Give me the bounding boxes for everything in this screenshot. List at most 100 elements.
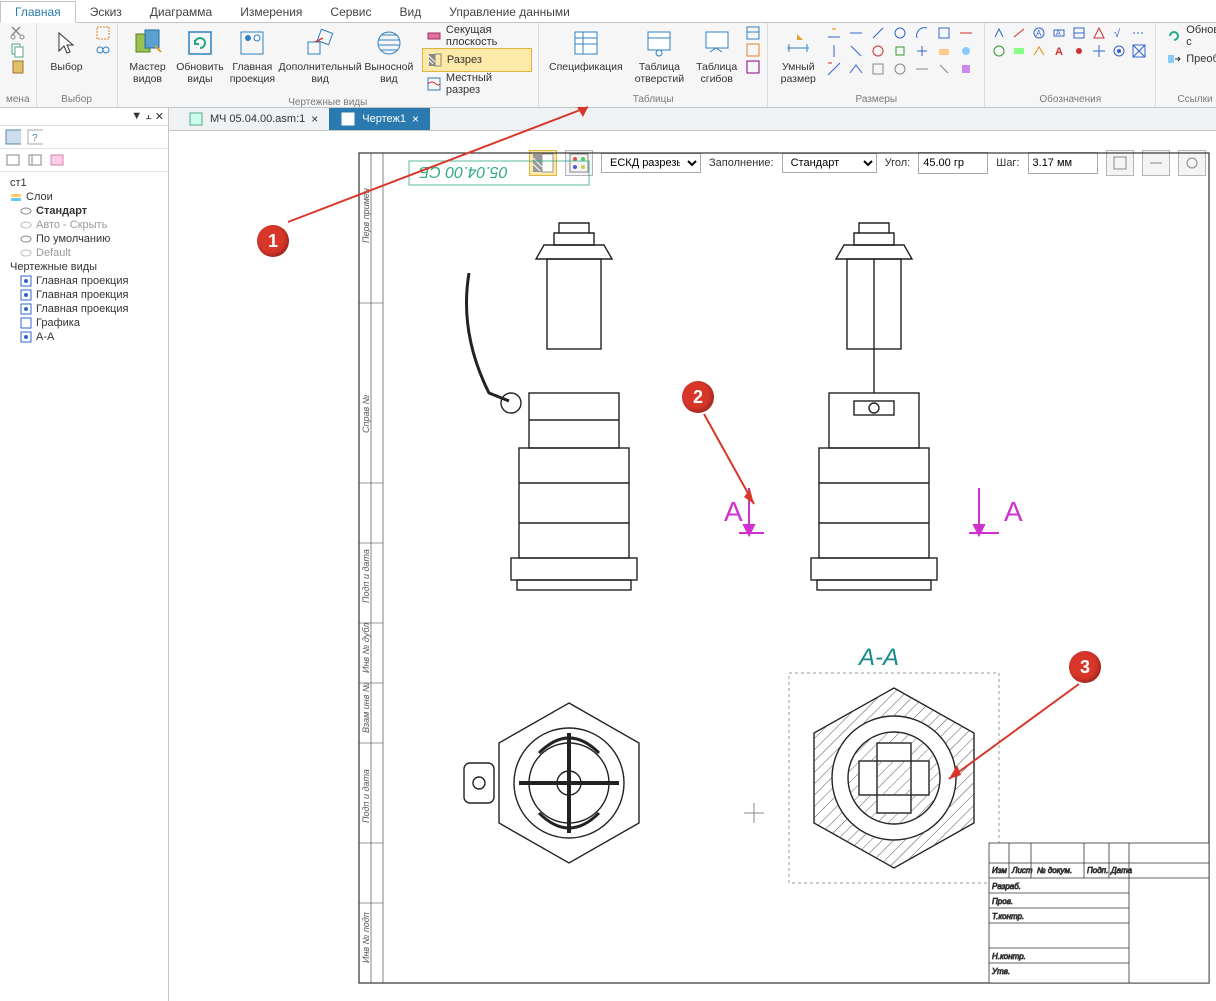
svg-text:Разраб.: Разраб.: [992, 882, 1021, 891]
section-button[interactable]: Разрез: [422, 48, 532, 72]
ribbon-tab-measure[interactable]: Измерения: [226, 2, 316, 22]
local-section-button[interactable]: Местный разрез: [422, 73, 532, 95]
dim-icon-9[interactable]: [848, 43, 864, 59]
svg-text:A: A: [1036, 29, 1042, 38]
callout-2-arrow: [694, 409, 774, 519]
annot-icon-7[interactable]: √: [1111, 25, 1127, 41]
annot-icon-4[interactable]: A: [1051, 25, 1067, 41]
dim-icon-4[interactable]: [892, 25, 908, 41]
group-label-selection: Выбор: [61, 92, 92, 107]
select-fence-icon[interactable]: [95, 25, 111, 41]
panel-tab-1-icon[interactable]: [5, 129, 21, 145]
annot-icon-6[interactable]: [1091, 25, 1107, 41]
dim-icon-15[interactable]: [826, 61, 842, 77]
ribbon-tab-main[interactable]: Главная: [0, 1, 76, 23]
spec-button[interactable]: Спецификация: [545, 25, 627, 75]
annot-icon-5[interactable]: [1071, 25, 1087, 41]
update-links-button[interactable]: Обновить с: [1162, 25, 1216, 47]
ribbon: мена Выбор Выбор Мастер видов Обновить в…: [0, 23, 1216, 108]
ribbon-tab-data[interactable]: Управление данными: [435, 2, 584, 22]
tree-view-1[interactable]: Главная проекция: [6, 288, 162, 302]
dim-icon-16[interactable]: [848, 61, 864, 77]
svg-text:Подп и дата: Подп и дата: [361, 549, 371, 603]
panel-close-icon[interactable]: ✕: [155, 110, 164, 123]
annot-icon-14[interactable]: [1091, 43, 1107, 59]
convert-button[interactable]: Преобразо: [1162, 48, 1216, 70]
ribbon-tab-sketch[interactable]: Эскиз: [76, 2, 136, 22]
tree-tool-3-icon[interactable]: [49, 152, 65, 168]
dim-icon-17[interactable]: [870, 61, 886, 77]
dim-icon-8[interactable]: [826, 43, 842, 59]
table-small-1-icon[interactable]: [745, 25, 761, 41]
dim-icon-19[interactable]: [914, 61, 930, 77]
tree-root[interactable]: ст1: [6, 176, 162, 190]
tree-tool-1-icon[interactable]: [5, 152, 21, 168]
tree-view-4[interactable]: A-A: [6, 330, 162, 344]
dim-icon-10[interactable]: [870, 43, 886, 59]
copy-icon[interactable]: [10, 42, 26, 58]
tree-layer-default-ru[interactable]: По умолчанию: [6, 232, 162, 246]
dim-icon-13[interactable]: [936, 43, 952, 59]
svg-text:Взам инв №: Взам инв №: [361, 682, 371, 733]
ribbon-tab-diagram[interactable]: Диаграмма: [136, 2, 226, 22]
aux-view-button[interactable]: Дополнительный вид: [280, 25, 359, 87]
annot-icon-15[interactable]: [1111, 43, 1127, 59]
holes-table-button[interactable]: Таблица отверстий: [631, 25, 688, 87]
dim-icon-1[interactable]: [826, 25, 842, 41]
cursor-icon: [51, 27, 83, 59]
dim-icon-3[interactable]: [870, 25, 886, 41]
tree-view-0[interactable]: Главная проекция: [6, 274, 162, 288]
dim-icon-14[interactable]: [958, 43, 974, 59]
dim-icon-5[interactable]: [914, 25, 930, 41]
annot-icon-11[interactable]: [1031, 43, 1047, 59]
annot-icon-2[interactable]: [1011, 25, 1027, 41]
tree-view-3[interactable]: Графика: [6, 316, 162, 330]
cut-icon[interactable]: [10, 25, 26, 41]
tree-views-header[interactable]: Чертежные виды: [6, 260, 162, 274]
dim-icon-18[interactable]: [892, 61, 908, 77]
tree-layers-header[interactable]: Слои: [6, 190, 162, 204]
ribbon-tab-service[interactable]: Сервис: [316, 2, 385, 22]
tree-view-2[interactable]: Главная проекция: [6, 302, 162, 316]
detail-view-button[interactable]: Выносной вид: [364, 25, 414, 87]
tree-layer-standard[interactable]: Стандарт: [6, 204, 162, 218]
table-small-2-icon[interactable]: [745, 42, 761, 58]
cutting-plane-button[interactable]: Секущая плоскость: [422, 25, 532, 47]
dim-icon-20[interactable]: [936, 61, 952, 77]
annot-icon-16[interactable]: [1131, 43, 1147, 59]
tree-layer-autohide[interactable]: Авто - Скрыть: [6, 218, 162, 232]
tree-layer-default-en[interactable]: Default: [6, 246, 162, 260]
group-label-tables: Таблицы: [633, 92, 674, 107]
annot-icon-9[interactable]: [991, 43, 1007, 59]
svg-text:А-А: А-А: [857, 644, 899, 671]
update-views-button[interactable]: Обновить виды: [176, 25, 225, 87]
table-small-3-icon[interactable]: [745, 59, 761, 75]
dim-icon-2[interactable]: [848, 25, 864, 41]
dim-icon-21[interactable]: [958, 61, 974, 77]
dim-icon-7[interactable]: [958, 25, 974, 41]
annot-icon-8[interactable]: [1131, 25, 1147, 41]
dim-icon-6[interactable]: [936, 25, 952, 41]
view-wizard-button[interactable]: Мастер видов: [124, 25, 172, 87]
annot-icon-13[interactable]: [1071, 43, 1087, 59]
panel-unpin-icon[interactable]: ⫠: [145, 110, 152, 123]
panel-pin-icon[interactable]: ▼: [131, 110, 142, 123]
panel-tab-2-icon[interactable]: ?: [27, 129, 43, 145]
annot-icon-3[interactable]: A: [1031, 25, 1047, 41]
section-icon: [427, 52, 443, 68]
drawing-canvas[interactable]: ЕСКД разрезы Заполнение: Стандарт Угол: …: [169, 131, 1216, 1001]
smart-dimension-button[interactable]: Умный размер: [774, 25, 822, 87]
dim-icon-12[interactable]: [914, 43, 930, 59]
asm-file-icon: [188, 111, 204, 127]
select-chain-icon[interactable]: [95, 42, 111, 58]
ribbon-tab-view[interactable]: Вид: [386, 2, 436, 22]
paste-icon[interactable]: [10, 59, 26, 75]
dim-icon-11[interactable]: [892, 43, 908, 59]
annot-icon-1[interactable]: [991, 25, 1007, 41]
tree-tool-2-icon[interactable]: [27, 152, 43, 168]
bends-table-button[interactable]: Таблица сгибов: [692, 25, 741, 87]
select-button[interactable]: Выбор: [43, 25, 91, 75]
annot-icon-10[interactable]: [1011, 43, 1027, 59]
main-projection-button[interactable]: Главная проекция: [228, 25, 276, 87]
annot-icon-12[interactable]: A: [1051, 43, 1067, 59]
